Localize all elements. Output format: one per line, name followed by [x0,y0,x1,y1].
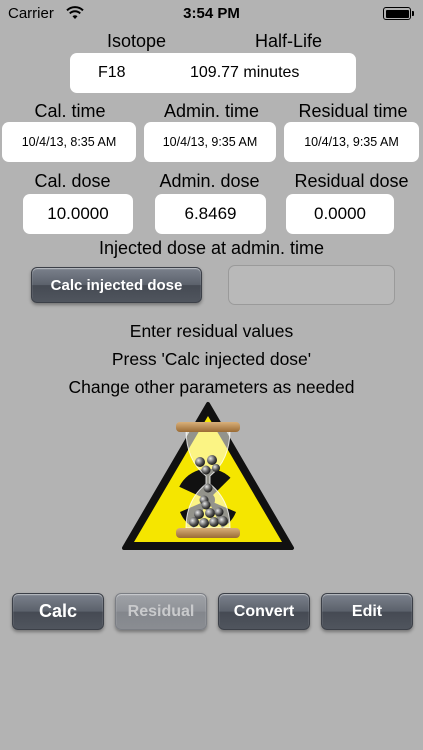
admin-dose-label: Admin. dose [159,171,260,191]
isotope-value: F18 [98,64,126,81]
isotope-selector[interactable]: F18 109.77 minutes [70,53,356,93]
cal-dose-field[interactable]: 10.0000 [23,194,133,234]
residual-time-label: Residual time [298,101,408,121]
cal-dose-label: Cal. dose [34,171,111,191]
residual-button[interactable]: Residual [115,593,207,630]
isotope-label: Isotope [107,31,167,51]
instruction-line: Press 'Calc injected dose' [111,349,312,369]
halflife-value: 109.77 minutes [190,64,300,81]
admin-dose-field[interactable]: 6.8469 [155,194,266,234]
admin-time-field[interactable]: 10/4/13, 9:35 AM [144,122,276,162]
calc-button[interactable]: Calc [12,593,104,630]
admin-time-label: Admin. time [163,101,260,121]
convert-button[interactable]: Convert [218,593,310,630]
instruction-line: Change other parameters as needed [68,377,355,397]
radiation-hourglass-icon [122,402,294,550]
instruction-line: Enter residual values [129,321,294,341]
edit-button[interactable]: Edit [321,593,413,630]
residual-dose-label: Residual dose [294,171,409,191]
battery-icon [383,7,414,20]
cal-time-field[interactable]: 10/4/13, 8:35 AM [2,122,136,162]
residual-time-field[interactable]: 10/4/13, 9:35 AM [284,122,419,162]
cal-time-label: Cal. time [34,101,106,121]
injected-dose-label: Injected dose at admin. time [98,238,325,258]
status-bar: Carrier 3:54 PM [0,0,423,28]
injected-dose-result [228,265,395,305]
residual-dose-field[interactable]: 0.0000 [286,194,394,234]
calc-injected-dose-button[interactable]: Calc injected dose [31,267,202,303]
halflife-label: Half-Life [255,31,323,51]
status-time: 3:54 PM [183,5,240,22]
